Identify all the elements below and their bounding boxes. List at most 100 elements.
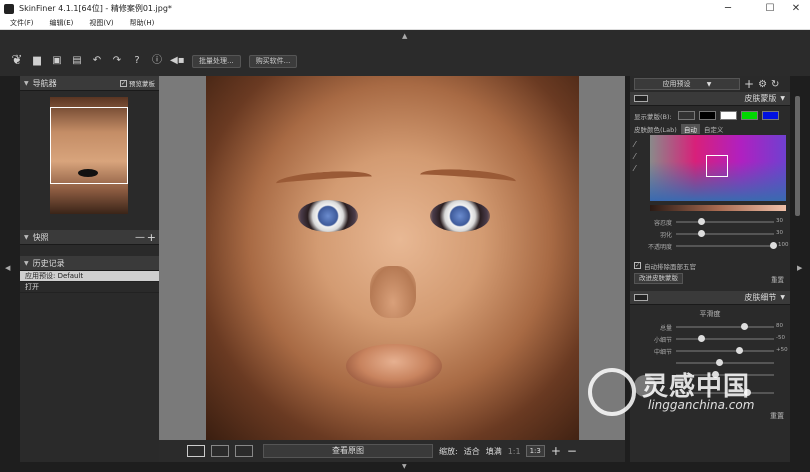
- history-header[interactable]: ▼ 历史记录: [20, 256, 159, 271]
- open-folder-icon[interactable]: ▆: [30, 54, 44, 68]
- remove-snapshot-icon[interactable]: —: [135, 232, 145, 243]
- mask-black-swatch[interactable]: [698, 111, 716, 120]
- slider-label: 中细节: [653, 349, 672, 356]
- history-item[interactable]: 打开: [20, 282, 159, 293]
- slider-track[interactable]: [676, 338, 774, 340]
- reset-mask-button[interactable]: 重置: [771, 274, 784, 284]
- history-item[interactable]: 应用预设: Default: [20, 271, 159, 282]
- small-detail-slider[interactable]: 小细节 -50: [630, 333, 790, 344]
- save-icon[interactable]: ▣: [50, 54, 64, 68]
- opacity-slider[interactable]: 不透明度 100: [630, 240, 790, 251]
- single-view-icon[interactable]: [187, 445, 205, 457]
- skin-color-picker[interactable]: [650, 135, 786, 201]
- left-panel: ▼ 导航器 ✓ 预览蒙板 ▼ 快照 — + ▼ 历史记录 应用预设: Defau…: [20, 76, 159, 462]
- feather-slider[interactable]: 羽化 30: [630, 228, 790, 239]
- refresh-icon[interactable]: ↻: [771, 79, 779, 90]
- preset-select[interactable]: 应用预设 ▼: [634, 78, 740, 90]
- skin-color-picker-area: ⁄ ⁄ ⁄ 容忍度 30 羽化 30 不透明度 100: [630, 135, 790, 259]
- portrait-photo[interactable]: [206, 76, 579, 440]
- collapse-up-icon[interactable]: ▲: [402, 32, 407, 40]
- gear-icon[interactable]: ⚙: [758, 79, 767, 90]
- navigator-header[interactable]: ▼ 导航器 ✓ 预览蒙板: [20, 76, 159, 91]
- slider-knob[interactable]: [741, 323, 748, 330]
- plugin-icon[interactable]: ◀▪: [170, 54, 184, 68]
- collapse-down-icon[interactable]: ▼: [402, 463, 407, 470]
- zoom-ratio-select[interactable]: 1:3: [525, 445, 545, 457]
- skin-detail-header[interactable]: 皮肤细节 ▼: [630, 291, 790, 305]
- undo-icon[interactable]: ↶: [90, 54, 104, 68]
- show-mask-label: 显示蒙版(B):: [634, 112, 672, 121]
- menu-file[interactable]: 文件(F): [10, 18, 34, 28]
- slider-track[interactable]: [676, 233, 774, 235]
- mask-green-swatch[interactable]: [740, 111, 758, 120]
- zoom-fit-button[interactable]: 适合: [464, 446, 480, 457]
- add-preset-icon[interactable]: +: [744, 77, 754, 91]
- slider-knob[interactable]: [698, 230, 705, 237]
- expand-triangle-icon: ▼: [24, 259, 29, 267]
- color-picker-selector[interactable]: [706, 155, 728, 177]
- checkbox-icon[interactable]: ✓: [120, 79, 127, 87]
- mask-blue-swatch[interactable]: [761, 111, 779, 120]
- skin-color-custom-tab[interactable]: 自定义: [704, 124, 724, 134]
- eyedropper-icon[interactable]: ⁄: [634, 139, 635, 151]
- skin-mask-toggle[interactable]: [634, 95, 648, 102]
- info-icon[interactable]: ⓘ: [150, 54, 164, 68]
- add-snapshot-icon[interactable]: +: [147, 231, 156, 244]
- batch-process-button[interactable]: 批量处理...: [192, 54, 241, 68]
- medium-detail-slider[interactable]: 中细节 +50: [630, 345, 790, 356]
- smoothness-label: 平滑度: [699, 310, 721, 318]
- slider-track[interactable]: [676, 221, 774, 223]
- checkbox-icon[interactable]: ✓: [634, 262, 641, 269]
- slider-track[interactable]: [676, 245, 774, 247]
- bottom-collapse-strip: ▼: [0, 462, 810, 472]
- minimize-icon[interactable]: ─: [714, 0, 742, 17]
- slider-knob[interactable]: [698, 335, 705, 342]
- menu-edit[interactable]: 编辑(E): [50, 18, 74, 28]
- zoom-out-icon[interactable]: −: [567, 444, 577, 458]
- maximize-icon[interactable]: ☐: [756, 0, 784, 17]
- slider-track[interactable]: [676, 326, 774, 328]
- improve-mask-button[interactable]: 改进皮肤蒙版: [634, 273, 683, 284]
- slider-knob[interactable]: [698, 218, 705, 225]
- split-horizontal-icon[interactable]: [235, 445, 253, 457]
- split-vertical-icon[interactable]: [211, 445, 229, 457]
- eyedropper-remove-icon[interactable]: ⁄: [634, 163, 635, 175]
- right-scrollbar[interactable]: ▶: [790, 76, 810, 462]
- collapse-left-icon[interactable]: ◀: [5, 264, 10, 272]
- menu-help[interactable]: 帮助(H): [130, 18, 155, 28]
- redo-icon[interactable]: ↷: [110, 54, 124, 68]
- skin-color-auto-tab[interactable]: 自动: [680, 123, 700, 134]
- zoom-fill-button[interactable]: 填满: [486, 446, 502, 457]
- slider-knob[interactable]: [736, 347, 743, 354]
- buy-software-button[interactable]: 购买软件...: [248, 54, 298, 68]
- view-original-button[interactable]: 查看原图: [263, 444, 433, 458]
- snapshot-header[interactable]: ▼ 快照 — +: [20, 230, 159, 245]
- mask-white-swatch[interactable]: [719, 111, 737, 120]
- top-collapse-strip: ▲: [0, 30, 810, 46]
- skin-mask-title: 皮肤蒙版: [744, 94, 777, 103]
- close-icon[interactable]: ✕: [782, 0, 810, 17]
- help-icon[interactable]: ?: [130, 54, 144, 68]
- scrollbar-thumb[interactable]: [795, 96, 800, 216]
- mask-none-swatch[interactable]: [677, 111, 695, 120]
- skin-tone-strip[interactable]: [650, 205, 786, 211]
- slider-label: 羽化: [659, 232, 672, 239]
- slider-track[interactable]: [676, 350, 774, 352]
- slider-knob[interactable]: [770, 242, 777, 249]
- total-slider[interactable]: 总量 80: [630, 321, 790, 332]
- skin-detail-toggle[interactable]: [634, 294, 648, 301]
- menu-view[interactable]: 视图(V): [89, 18, 113, 28]
- zoom-in-icon[interactable]: +: [551, 444, 561, 458]
- window-title: SkinFiner 4.1.1[64位] - 精修案例01.jpg*: [19, 4, 172, 13]
- slider-value: 30: [776, 218, 783, 224]
- skin-mask-header[interactable]: 皮肤蒙版 ▼: [630, 92, 790, 106]
- save-as-icon[interactable]: ▤: [70, 54, 84, 68]
- zoom-one-to-one-button[interactable]: 1:1: [508, 447, 521, 456]
- collapse-right-icon[interactable]: ▶: [797, 264, 802, 272]
- leaf-logo-icon: ❦: [11, 53, 23, 68]
- eyedropper-add-icon[interactable]: ⁄: [634, 151, 635, 163]
- tolerance-slider[interactable]: 容忍度 30: [630, 216, 790, 227]
- preview-mask-toggle[interactable]: ✓ 预览蒙板: [120, 78, 155, 88]
- navigator-thumbnail[interactable]: [50, 97, 128, 214]
- auto-exclude-row[interactable]: ✓ 自动排除面部五官: [630, 259, 790, 272]
